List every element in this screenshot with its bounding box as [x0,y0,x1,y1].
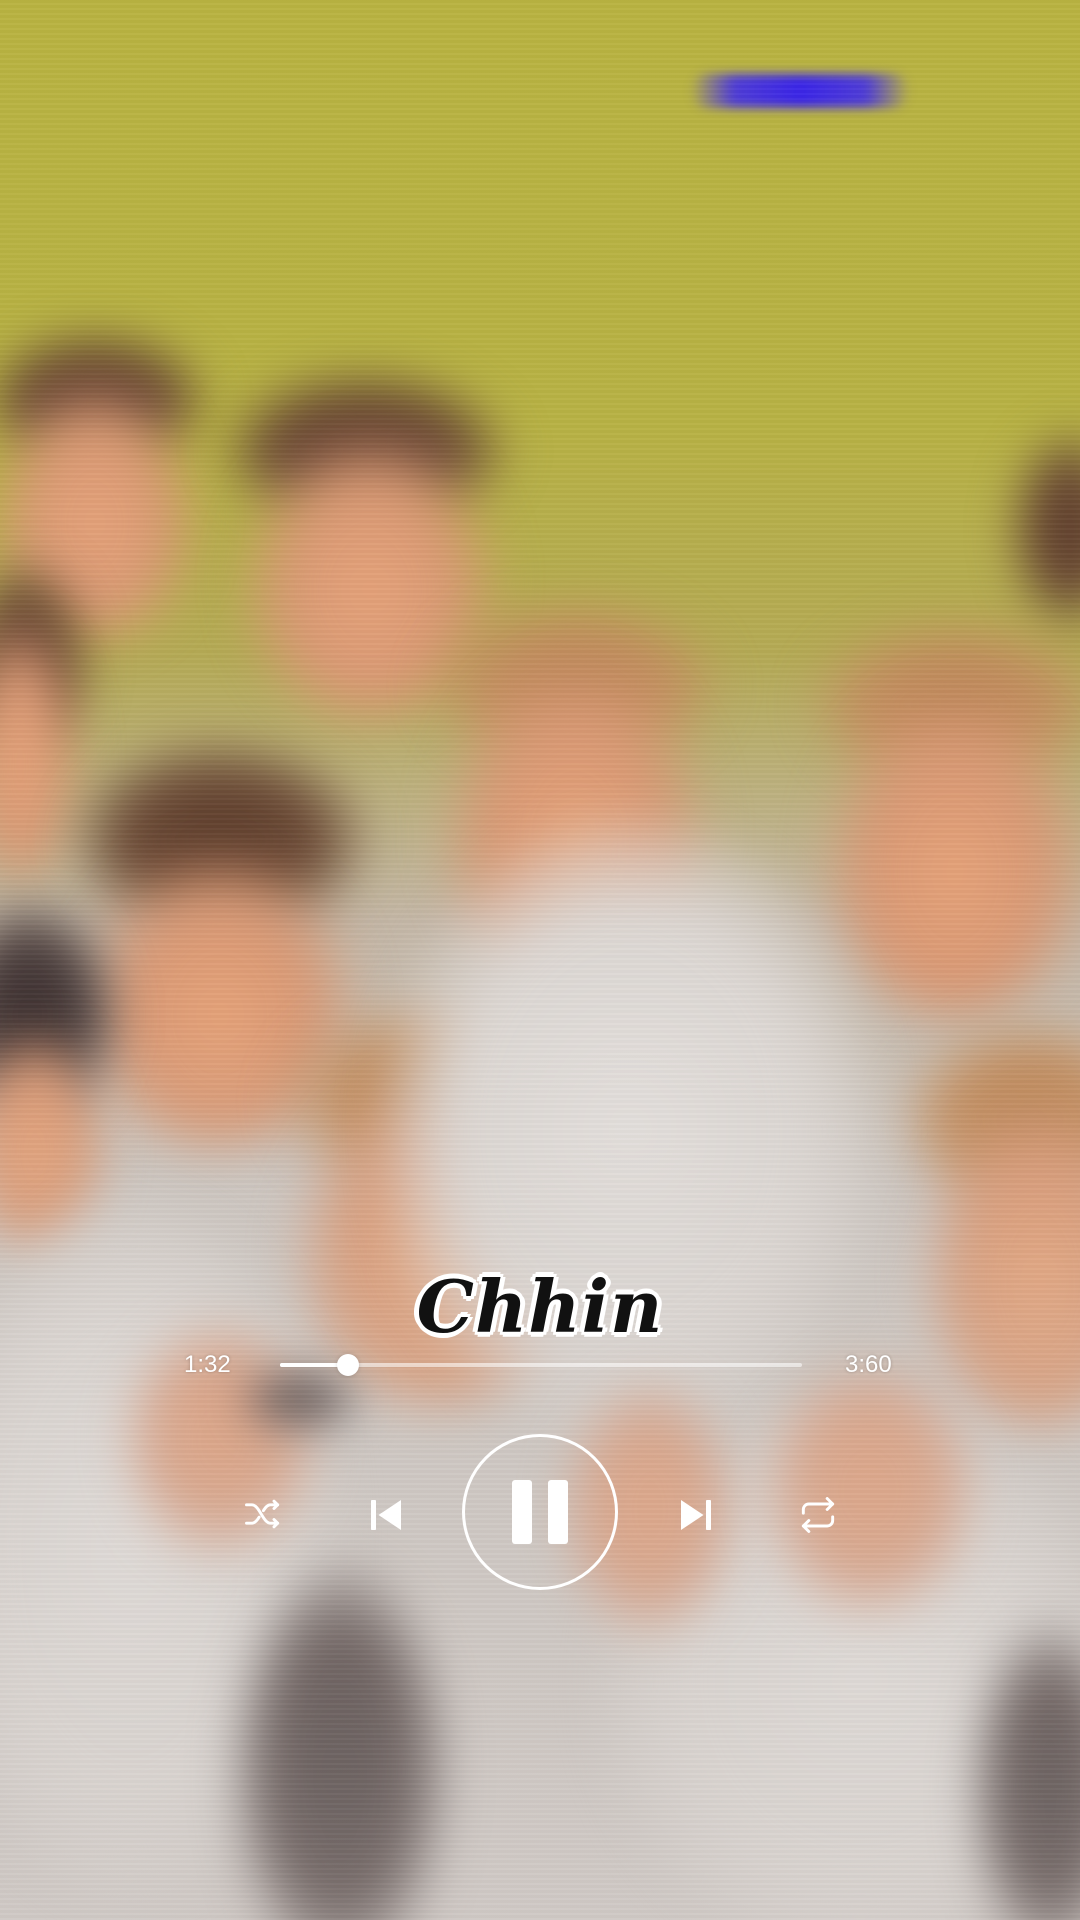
background-photo [0,0,1080,1920]
music-player-screen: Chhin 1:32 3:60 [0,0,1080,1920]
shuffle-icon [245,1499,280,1529]
glitch-stripe [690,74,910,108]
song-title: Chhin [416,1264,664,1349]
skip-next-icon [681,1500,711,1530]
repeat-button[interactable] [792,1489,844,1541]
progress-thumb[interactable] [336,1354,359,1376]
next-button[interactable] [670,1489,722,1541]
total-time: 3:60 [845,1351,892,1378]
pause-icon [512,1480,568,1544]
progress-bar[interactable] [280,1354,802,1376]
elapsed-time: 1:32 [184,1351,231,1378]
pause-button[interactable] [462,1434,618,1590]
skip-previous-icon [371,1500,401,1530]
shuffle-button[interactable] [238,1489,288,1539]
repeat-icon [801,1497,835,1533]
previous-button[interactable] [360,1489,412,1541]
